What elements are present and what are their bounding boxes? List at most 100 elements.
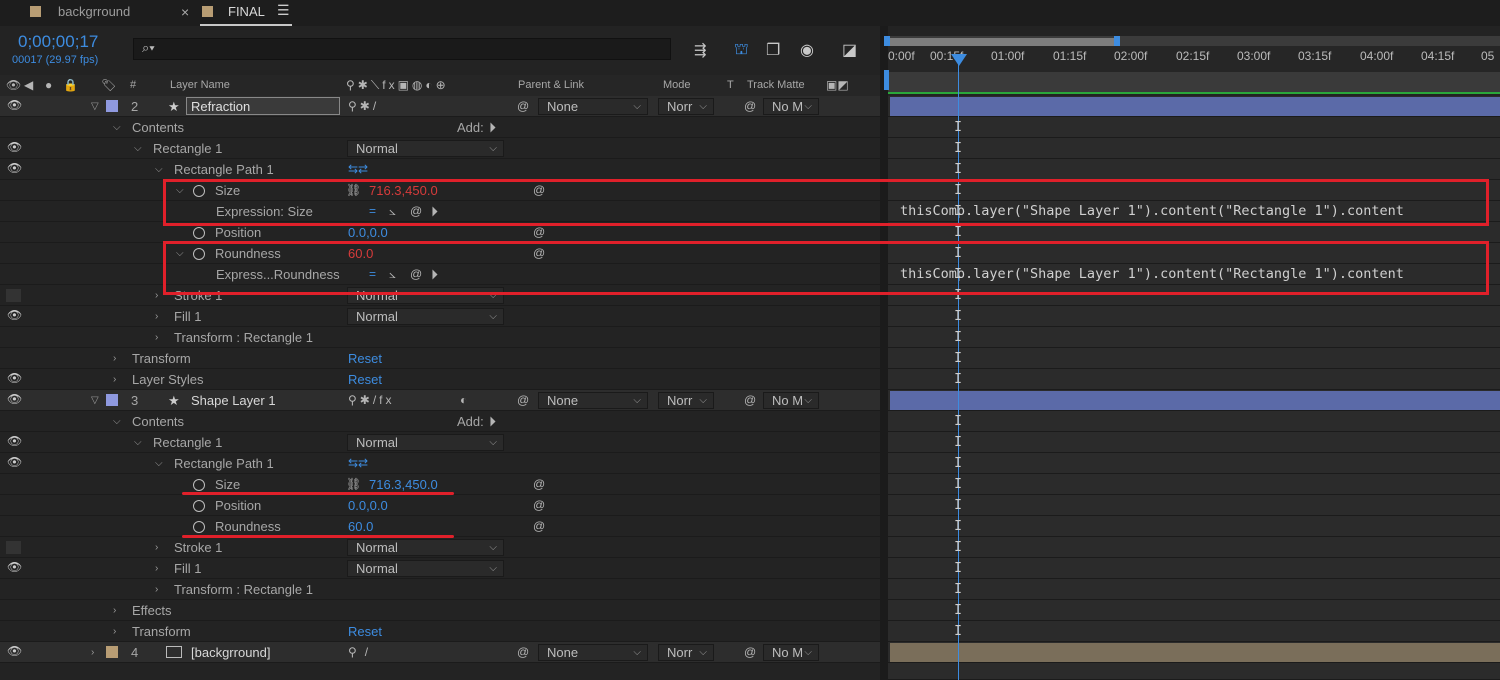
expand-chevron-icon[interactable]: ›	[113, 600, 116, 621]
draft-3d-icon[interactable]: ⛫	[734, 40, 749, 60]
switches-icons[interactable]: ⚲✱/	[348, 96, 379, 117]
transform-row[interactable]: › Transform Reset	[0, 348, 880, 369]
work-area-bar[interactable]	[884, 36, 1500, 46]
expand-chevron-icon[interactable]: ›	[155, 579, 158, 600]
path-direction-icons[interactable]: ⇆⇄	[348, 453, 368, 474]
track-matte-dropdown[interactable]: No M ⌵	[763, 644, 819, 661]
mode-dropdown[interactable]: Norr ⌵	[658, 644, 714, 661]
parent-dropdown[interactable]: None ⌵	[538, 644, 648, 661]
expand-chevron-icon[interactable]: ⌵	[155, 453, 163, 474]
adjustment-icon[interactable]: ◐	[460, 390, 467, 411]
time-ruler[interactable]: 0:00f 00:15f 01:00f 01:15f 02:00f 02:15f…	[888, 46, 1500, 72]
rectangle-group-row[interactable]: 👁 ⌵ Rectangle 1 Normal ⌵	[0, 432, 880, 453]
expand-chevron-icon[interactable]: ›	[155, 306, 158, 327]
rectangle-path-row[interactable]: 👁 ⌵ Rectangle Path 1 ⇆⇄	[0, 453, 880, 474]
visibility-eye-icon[interactable]: 👁	[7, 456, 22, 468]
expand-chevron-icon[interactable]: ▽	[91, 96, 99, 117]
expand-chevron-icon[interactable]: ▽	[91, 390, 99, 411]
matte-pickwhip-icon[interactable]: @	[744, 390, 756, 411]
add-button-icon[interactable]: ⏵	[489, 411, 496, 432]
blend-mode-dropdown[interactable]: Normal ⌵	[347, 434, 504, 451]
label-color-swatch[interactable]	[106, 646, 118, 658]
roundness-property-row[interactable]: Roundness 60.0 @	[0, 516, 880, 537]
current-time-indicator-head[interactable]	[951, 54, 967, 66]
visibility-eye-icon[interactable]: 👁	[7, 309, 22, 321]
composition-mini-flowchart-icon[interactable]: ⇶	[694, 41, 707, 59]
layer-name[interactable]: [backgrround]	[191, 642, 271, 663]
blend-mode-dropdown[interactable]: Normal ⌵	[347, 560, 504, 577]
expand-chevron-icon[interactable]: ›	[155, 537, 158, 558]
blend-mode-dropdown[interactable]: Normal ⌵	[347, 539, 504, 556]
layer-duration-bar[interactable]	[890, 97, 1500, 116]
expand-chevron-icon[interactable]: ⌵	[134, 432, 142, 453]
rectangle-group-row[interactable]: 👁 ⌵ Rectangle 1 Normal ⌵	[0, 138, 880, 159]
visibility-toggle-off[interactable]	[6, 541, 21, 554]
switches-icons[interactable]: ⚲✱/fx	[348, 390, 395, 411]
search-input[interactable]: ⌕▾	[133, 38, 671, 60]
tab-final[interactable]: FINAL ☰	[200, 0, 292, 26]
fill-row[interactable]: 👁 › Fill 1 Normal ⌵	[0, 558, 880, 579]
path-direction-icons[interactable]: ⇆⇄	[348, 159, 368, 180]
rectangle-path-row[interactable]: 👁 ⌵ Rectangle Path 1 ⇆⇄	[0, 159, 880, 180]
timecode[interactable]: 0;00;00;17	[18, 32, 98, 52]
layer-row-refraction[interactable]: 👁 ▽ 2 ★ Refraction ⚲✱/ @ None ⌵ Norr ⌵ @ N…	[0, 96, 880, 117]
expand-chevron-icon[interactable]: ›	[155, 558, 158, 579]
expand-chevron-icon[interactable]: ⌵	[134, 138, 142, 159]
effects-row[interactable]: › Effects	[0, 600, 880, 621]
stopwatch-icon[interactable]	[193, 500, 205, 512]
stopwatch-icon[interactable]	[193, 521, 205, 533]
visibility-eye-icon[interactable]: 👁	[7, 645, 22, 657]
pickwhip-icon[interactable]: @	[517, 96, 529, 117]
pickwhip-icon[interactable]: @	[533, 474, 545, 495]
pickwhip-icon[interactable]: @	[517, 390, 529, 411]
visibility-eye-icon[interactable]: 👁	[7, 162, 22, 174]
position-property-row[interactable]: Position 0.0,0.0 @	[0, 495, 880, 516]
layer-row-shape-layer-1[interactable]: 👁 ▽ 3 ★ Shape Layer 1 ⚲✱/fx ◐ @ None ⌵ No…	[0, 390, 880, 411]
matte-pickwhip-icon[interactable]: @	[744, 642, 756, 663]
layer-duration-bar[interactable]	[890, 391, 1500, 410]
panel-divider[interactable]	[880, 26, 888, 680]
switches-icons[interactable]: ⚲/	[348, 642, 376, 663]
track-matte-dropdown[interactable]: No M ⌵	[763, 98, 819, 115]
layer-name[interactable]: Shape Layer 1	[191, 390, 276, 411]
contents-row[interactable]: ⌵ Contents Add: ⏵	[0, 411, 880, 432]
expand-chevron-icon[interactable]: ›	[113, 348, 116, 369]
pickwhip-icon[interactable]: @	[533, 516, 545, 537]
blend-mode-dropdown[interactable]: Normal ⌵	[347, 140, 504, 157]
layer-duration-bar[interactable]	[890, 643, 1500, 662]
label-color-swatch[interactable]	[106, 100, 118, 112]
expand-chevron-icon[interactable]: ›	[113, 369, 116, 390]
transform-rectangle-row[interactable]: › Transform : Rectangle 1	[0, 327, 880, 348]
visibility-eye-icon[interactable]: 👁	[7, 435, 22, 447]
visibility-eye-icon[interactable]: 👁	[7, 393, 22, 405]
visibility-eye-icon[interactable]: 👁	[7, 141, 22, 153]
layer-styles-row[interactable]: 👁 › Layer Styles Reset	[0, 369, 880, 390]
stopwatch-icon[interactable]	[193, 479, 205, 491]
blend-mode-dropdown[interactable]: Normal ⌵	[347, 308, 504, 325]
label-color-swatch[interactable]	[106, 394, 118, 406]
work-area-start-handle[interactable]	[884, 36, 890, 46]
reset-link[interactable]: Reset	[348, 369, 382, 390]
reset-link[interactable]: Reset	[348, 348, 382, 369]
layer-name-column-header[interactable]: Layer Name	[170, 75, 230, 96]
parent-dropdown[interactable]: None ⌵	[538, 98, 648, 115]
track-matte-dropdown[interactable]: No M ⌵	[763, 392, 819, 409]
expand-chevron-icon[interactable]: ⌵	[113, 117, 121, 138]
visibility-eye-icon[interactable]: 👁	[7, 99, 22, 111]
transform-row[interactable]: › Transform Reset	[0, 621, 880, 642]
expand-chevron-icon[interactable]: ›	[91, 642, 94, 663]
roundness-value[interactable]: 60.0	[348, 516, 373, 537]
graph-editor-icon[interactable]: ◪	[842, 40, 857, 60]
stopwatch-icon[interactable]	[193, 227, 205, 239]
expand-chevron-icon[interactable]: ›	[155, 285, 158, 306]
menu-icon[interactable]: ☰	[277, 2, 290, 19]
work-area-end-handle[interactable]	[1114, 36, 1120, 46]
expand-chevron-icon[interactable]: ⌵	[155, 159, 163, 180]
transform-rectangle-row[interactable]: › Transform : Rectangle 1	[0, 579, 880, 600]
reset-link[interactable]: Reset	[348, 621, 382, 642]
expand-chevron-icon[interactable]: ›	[155, 327, 158, 348]
layer-name-field[interactable]: Refraction	[186, 97, 340, 115]
stroke-row[interactable]: › Stroke 1 Normal ⌵	[0, 537, 880, 558]
expand-chevron-icon[interactable]: ⌵	[113, 411, 121, 432]
parent-dropdown[interactable]: None ⌵	[538, 392, 648, 409]
